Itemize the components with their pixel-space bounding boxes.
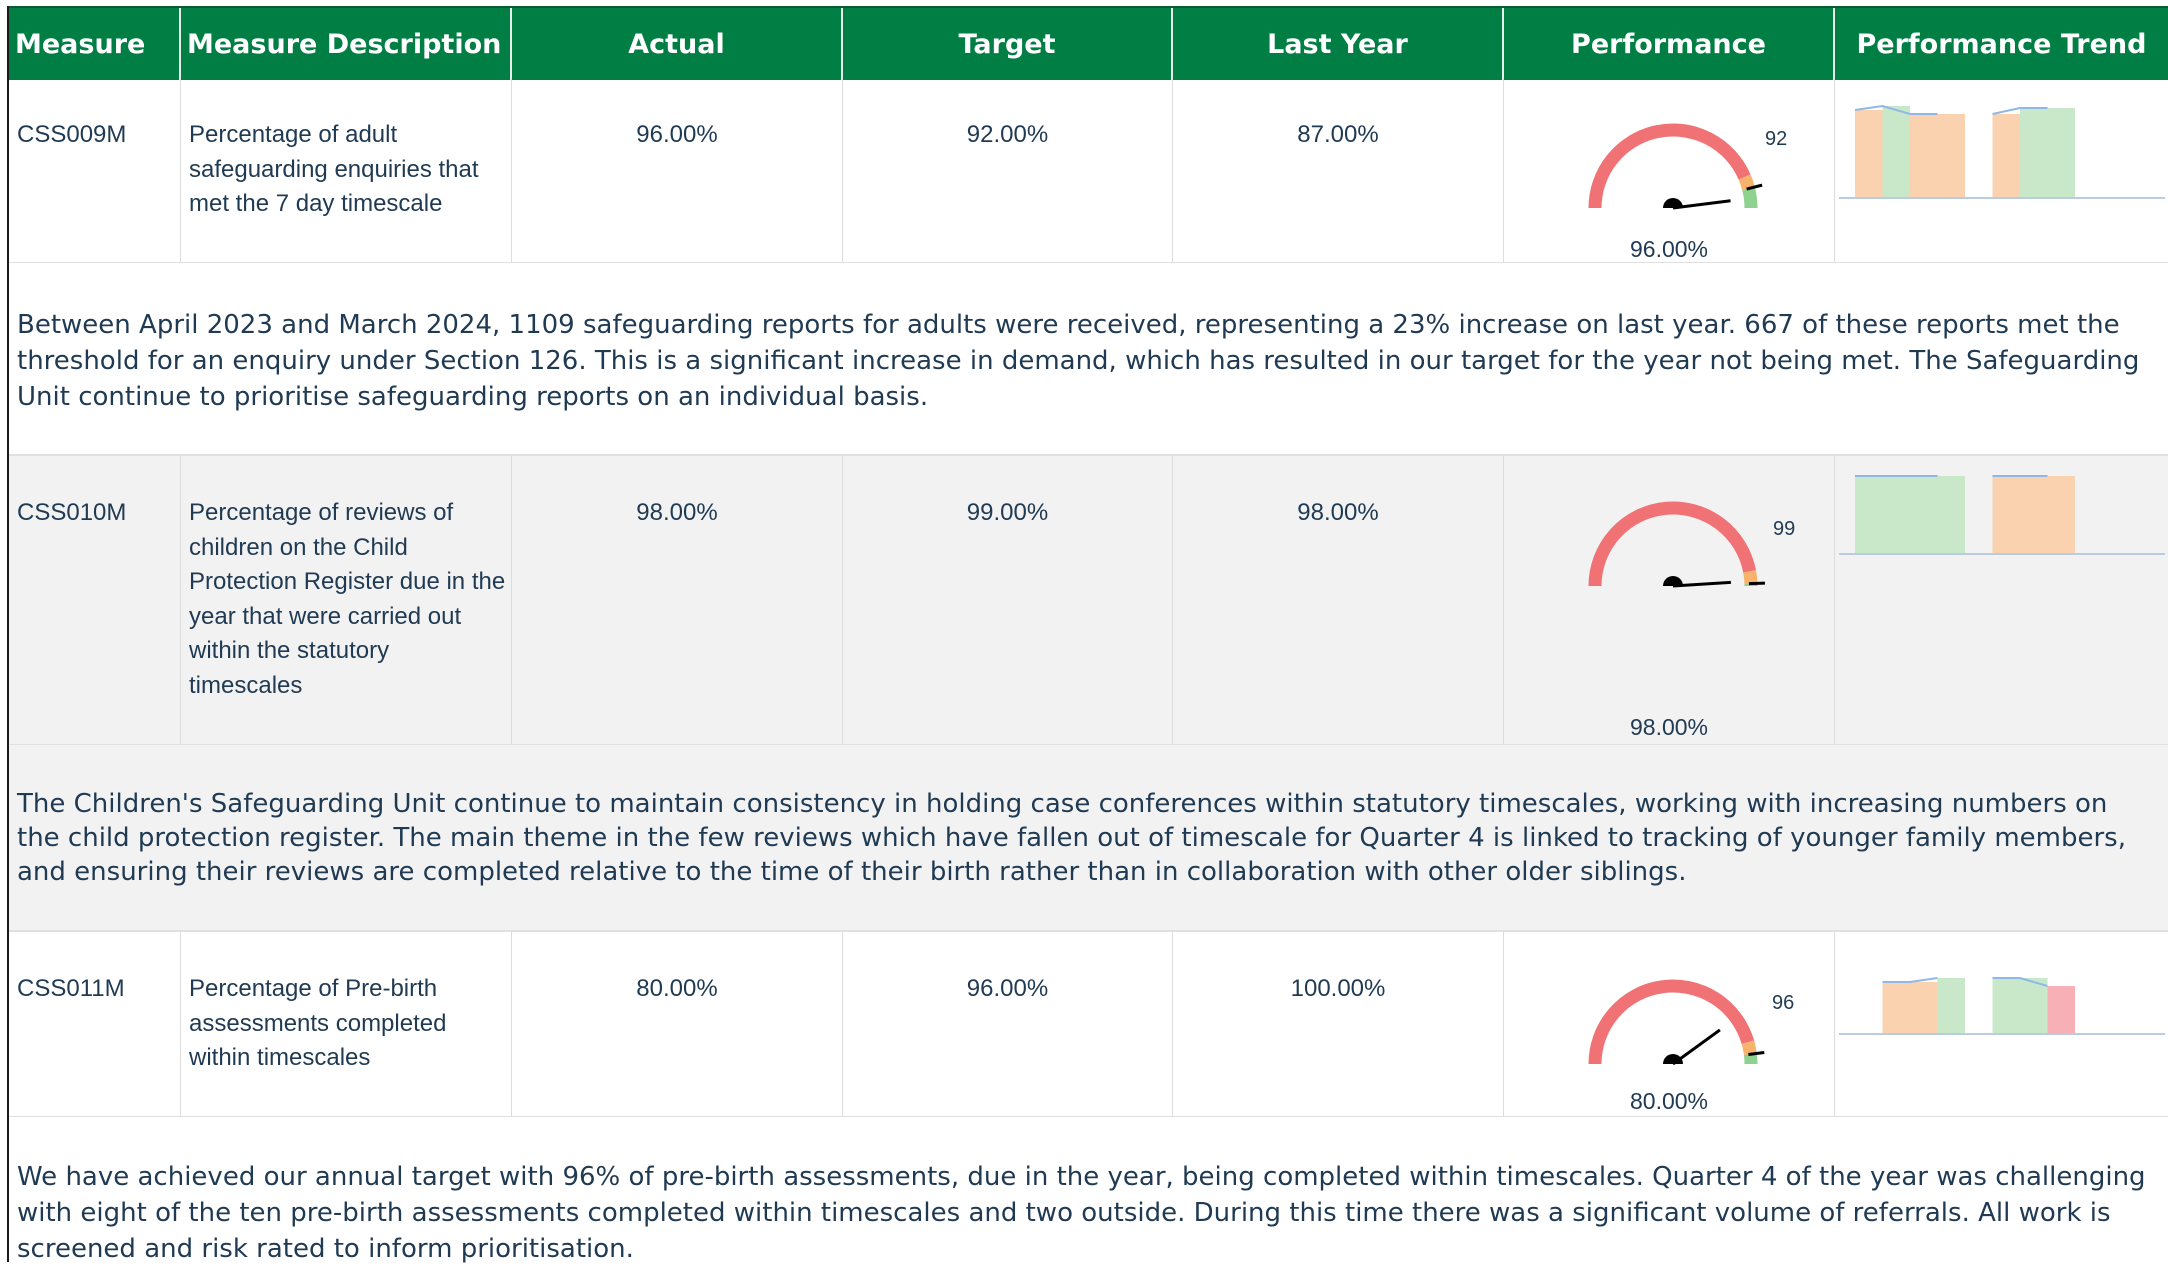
measure-description: Percentage of reviews of children on the… [181,456,512,744]
table-header: Measure Measure Description Actual Targe… [9,6,2168,80]
last-year-value: 100.00% [1173,932,1504,1116]
performance-gauge: 96 80.00% [1504,932,1835,1116]
target-value: 92.00% [843,78,1173,262]
trend-bar [2020,108,2048,198]
header-actual[interactable]: Actual [512,8,843,80]
trend-bar [2048,108,2076,198]
trend-bar [2020,476,2048,554]
performance-trend [1835,456,2168,744]
gauge-band-red [1595,986,1748,1064]
performance-report: Measure Measure Description Actual Targe… [0,0,2168,1262]
actual-value: 96.00% [512,78,843,262]
trend-bar [2020,978,2048,1034]
trend-bar [1855,476,1883,554]
measure-code: CSS011M [9,932,181,1116]
gauge-target-label: 96 [1772,992,1794,1015]
last-year-value: 87.00% [1173,78,1504,262]
table-row: CSS009M Percentage of adult safeguarding… [9,78,2168,262]
gauge-chart [1504,456,1835,746]
trend-line [1883,978,1938,982]
trend-bar [1993,114,2021,198]
last-year-value: 98.00% [1173,456,1504,744]
gauge-target-label: 92 [1765,128,1787,151]
gauge-band-green [1749,189,1751,208]
table-row: CSS010M Percentage of reviews of childre… [9,454,2168,744]
header-measure[interactable]: Measure [9,8,181,80]
gauge-target-label: 99 [1773,518,1795,541]
trend-chart [1835,456,2168,746]
header-last-year[interactable]: Last Year [1173,8,1504,80]
gauge-target-tick [1748,1052,1764,1054]
gauge-value-label: 96.00% [1504,236,1834,263]
trend-bar [1938,114,1966,198]
gauge-target-tick [1749,583,1765,584]
performance-gauge: 99 98.00% [1504,456,1835,744]
commentary-text: Between April 2023 and March 2024, 1109 … [9,262,2168,454]
gauge-band-red [1595,508,1750,586]
trend-bar [1855,110,1883,198]
table-row: CSS011M Percentage of Pre-birth assessme… [9,930,2168,1116]
gauge-needle-hub [1663,576,1683,586]
trend-bar [1883,476,1911,554]
trend-chart [1835,78,2168,262]
actual-value: 98.00% [512,456,843,744]
gauge-needle-hub [1663,198,1683,208]
trend-bar [1993,978,2021,1034]
actual-value: 80.00% [512,932,843,1116]
gauge-value-label: 98.00% [1504,714,1834,741]
trend-bar [1910,476,1938,554]
header-performance[interactable]: Performance [1504,8,1835,80]
performance-gauge: 92 96.00% [1504,78,1835,262]
gauge-band-amber [1748,1042,1750,1054]
commentary-text: We have achieved our annual target with … [9,1116,2168,1262]
gauge-chart [1504,78,1835,262]
target-value: 96.00% [843,932,1173,1116]
trend-chart [1835,932,2168,1118]
performance-trend [1835,932,2168,1116]
measure-description: Percentage of adult safeguarding enquiri… [181,78,512,262]
header-target[interactable]: Target [843,8,1173,80]
commentary-text: The Children's Safeguarding Unit continu… [9,744,2168,930]
gauge-band-red [1595,130,1745,208]
target-value: 99.00% [843,456,1173,744]
header-performance-trend[interactable]: Performance Trend [1835,8,2168,80]
gauge-value-label: 80.00% [1504,1088,1834,1115]
performance-trend [1835,78,2168,262]
trend-bar [2048,986,2076,1034]
trend-bar [2048,476,2076,554]
trend-bar [1910,982,1938,1034]
trend-bar [1910,114,1938,198]
trend-bar [1938,476,1966,554]
trend-bar [1883,982,1911,1034]
gauge-needle-hub [1663,1054,1683,1064]
gauge-band-amber [1745,177,1749,189]
trend-bar [1993,476,2021,554]
gauge-band-amber [1750,571,1751,583]
trend-bar [1938,978,1966,1034]
measure-code: CSS009M [9,78,181,262]
measure-code: CSS010M [9,456,181,744]
measure-description: Percentage of Pre-birth assessments comp… [181,932,512,1116]
header-description[interactable]: Measure Description [181,8,512,80]
trend-bar [1883,106,1911,198]
